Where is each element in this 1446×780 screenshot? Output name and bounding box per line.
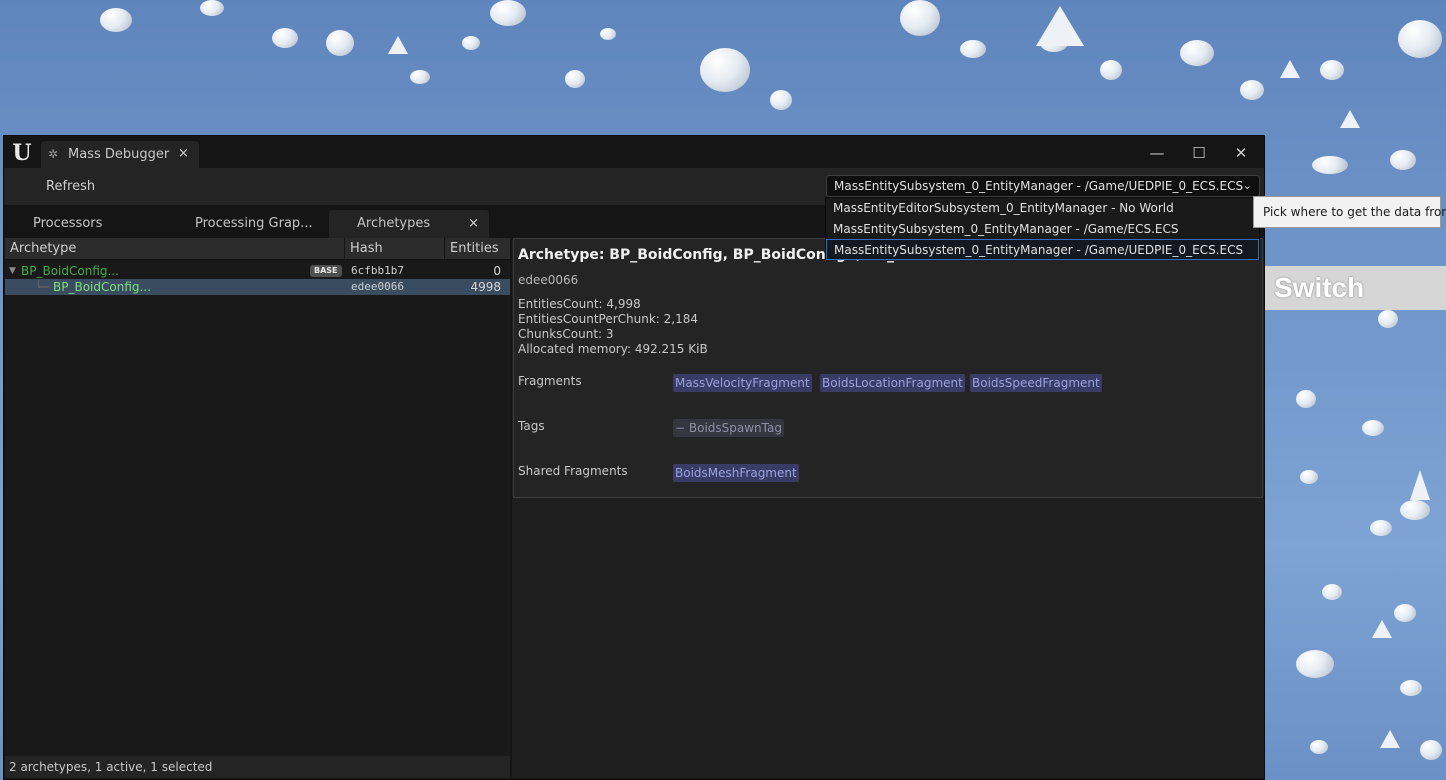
tree-header: Archetype Hash Entities — [5, 238, 510, 260]
tags-label: Tags — [518, 419, 545, 433]
scene-sphere — [1310, 740, 1328, 754]
scene-sphere — [960, 40, 986, 58]
scene-sphere — [1240, 80, 1264, 100]
archetype-details-panel: Archetype: BP_BoidConfig, BP_BoidConfig2… — [512, 238, 1264, 778]
source-dropdown[interactable]: MassEntitySubsystem_0_EntityManager - /G… — [826, 175, 1260, 197]
scene-sphere — [1362, 420, 1384, 436]
scene-sphere — [1322, 584, 1342, 600]
scene-cone — [1036, 6, 1084, 46]
tab-label: Processors — [33, 216, 103, 231]
fragment-chip: MassVelocityFragment — [673, 374, 812, 392]
refresh-button[interactable]: Refresh — [36, 176, 105, 197]
shared-fragments-label: Shared Fragments — [518, 464, 628, 478]
scene-sphere — [1180, 40, 1214, 66]
fragments-label: Fragments — [518, 374, 582, 388]
table-row[interactable]: └─ BP_BoidConfig... edee0066 4998 — [5, 279, 510, 295]
scene-sphere — [272, 28, 298, 48]
column-header-archetype[interactable]: Archetype — [5, 238, 345, 260]
tab-processors[interactable]: Processors — [5, 210, 165, 238]
title-bar[interactable]: U ✲ Mass Debugger × — ☐ ✕ — [4, 136, 1264, 168]
archetype-tree-panel: Archetype Hash Entities ▼ BP_BoidConfig.… — [5, 238, 510, 778]
scene-cone — [1280, 60, 1300, 78]
scene-sphere — [565, 70, 585, 88]
document-tab-mass-debugger[interactable]: ✲ Mass Debugger × — [41, 141, 199, 168]
archetype-hash: 6cfbb1b7 — [351, 264, 404, 277]
scene-sphere — [326, 30, 354, 56]
tab-processing-graph[interactable]: Processing Grap... — [167, 210, 327, 238]
stat-allocated-memory: Allocated memory: 492.215 KiB — [518, 342, 708, 356]
maximize-button[interactable]: ☐ — [1184, 142, 1214, 164]
document-tab-label: Mass Debugger — [68, 147, 170, 162]
archetype-entity-count: 4998 — [470, 280, 501, 294]
scene-cone — [1380, 730, 1400, 748]
tab-archetypes[interactable]: Archetypes × — [329, 210, 489, 238]
source-option[interactable]: MassEntitySubsystem_0_EntityManager - /G… — [826, 219, 1259, 240]
scene-cone — [388, 36, 408, 54]
tab-label: Archetypes — [357, 216, 431, 231]
tag-chip: − BoidsSpawnTag — [673, 419, 784, 437]
tag-dash-icon: − — [675, 421, 689, 435]
tooltip: Pick where to get the data from — [1253, 196, 1446, 228]
column-header-entities[interactable]: Entities — [445, 238, 510, 260]
scene-sphere — [600, 28, 616, 40]
source-dropdown-menu: MassEntityEditorSubsystem_0_EntityManage… — [825, 197, 1260, 260]
scene-sphere — [1370, 520, 1392, 536]
base-badge: BASE — [310, 265, 342, 277]
stat-entities-per-chunk: EntitiesCountPerChunk: 2,184 — [518, 312, 699, 326]
scene-sphere — [410, 70, 430, 84]
unreal-logo-icon: U — [12, 140, 32, 166]
scene-sphere — [1296, 650, 1334, 678]
debugger-icon: ✲ — [48, 147, 59, 161]
source-option[interactable]: MassEntityEditorSubsystem_0_EntityManage… — [826, 198, 1259, 219]
scene-sphere — [1300, 470, 1318, 484]
expand-arrow-icon[interactable]: ▼ — [9, 263, 21, 279]
archetype-hash: edee0066 — [518, 273, 579, 287]
scene-sphere — [1312, 156, 1348, 174]
scene-sphere — [1296, 390, 1316, 408]
tab-label: Processing Grap... — [195, 216, 313, 231]
archetype-name: BP_BoidConfig... — [21, 264, 119, 278]
scene-sphere — [1100, 60, 1122, 80]
scene-sphere — [1390, 150, 1416, 170]
source-option-selected[interactable]: MassEntitySubsystem_0_EntityManager - /G… — [826, 239, 1259, 260]
stat-chunks-count: ChunksCount: 3 — [518, 327, 614, 341]
scene-cone — [1410, 470, 1430, 500]
status-bar: 2 archetypes, 1 active, 1 selected — [5, 756, 510, 778]
chevron-down-icon: ⌄ — [1242, 179, 1252, 192]
close-tab-icon[interactable]: × — [178, 146, 189, 161]
scene-sphere — [1378, 310, 1398, 328]
scene-sphere — [1394, 604, 1416, 622]
scene-sphere — [1398, 20, 1442, 58]
archetype-details: Archetype: BP_BoidConfig, BP_BoidConfig2… — [513, 238, 1263, 498]
scene-sphere — [700, 48, 750, 92]
close-window-button[interactable]: ✕ — [1226, 142, 1256, 164]
close-tab-icon[interactable]: × — [468, 210, 479, 237]
fragment-chip: BoidsLocationFragment — [820, 374, 965, 392]
archetype-entity-count: 0 — [493, 264, 501, 278]
scene-sphere — [200, 0, 224, 16]
column-header-hash[interactable]: Hash — [345, 238, 445, 260]
scene-cone — [1340, 110, 1360, 128]
source-dropdown-value: MassEntitySubsystem_0_EntityManager - /G… — [834, 179, 1244, 193]
scene-sphere — [1420, 740, 1442, 760]
tag-chip-label: BoidsSpawnTag — [688, 421, 782, 435]
stat-entities-count: EntitiesCount: 4,998 — [518, 297, 641, 311]
scene-sphere — [1320, 60, 1344, 80]
minimize-button[interactable]: — — [1142, 142, 1172, 164]
scene-sphere — [1400, 500, 1430, 520]
scene-sphere — [490, 0, 526, 26]
shared-fragment-chip: BoidsMeshFragment — [673, 464, 799, 482]
scene-sphere — [900, 0, 940, 36]
scene-sphere — [462, 36, 480, 50]
archetype-name: BP_BoidConfig... — [53, 280, 151, 294]
scene-sphere — [1400, 680, 1422, 696]
archetype-hash: edee0066 — [351, 280, 404, 293]
table-row[interactable]: ▼ BP_BoidConfig... BASE 6cfbb1b7 0 — [5, 263, 510, 279]
switch-banner: Switch — [1264, 266, 1446, 310]
fragment-chip: BoidsSpeedFragment — [970, 374, 1102, 392]
tree-connector: └─ — [35, 280, 50, 294]
scene-sphere — [770, 90, 792, 110]
scene-sphere — [100, 8, 132, 32]
scene-cone — [1372, 620, 1392, 638]
